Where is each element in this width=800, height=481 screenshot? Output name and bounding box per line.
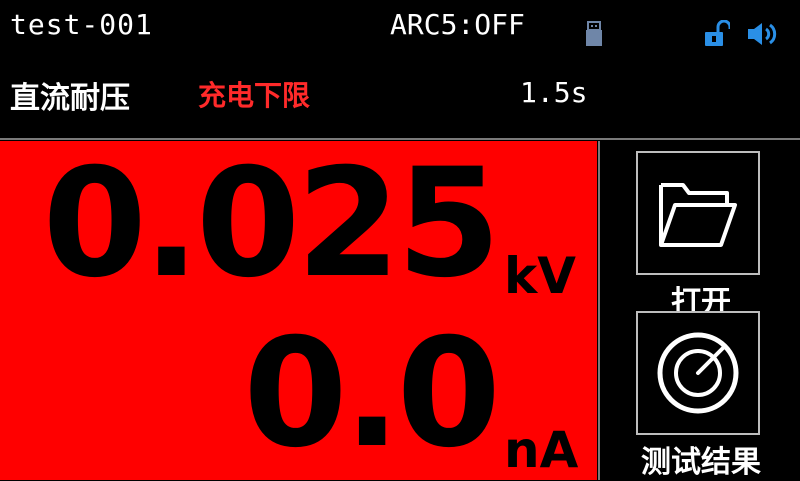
usb-icon [586,21,602,46]
test-mode: 直流耐压 [10,81,130,116]
test-name: test-001 [10,8,153,41]
open-button[interactable] [636,151,760,275]
arc-status: ARC5:OFF [390,8,525,41]
side-panel: 打开 测试结果 [598,141,800,480]
test-stage: 充电下限 [198,79,311,112]
speaker-icon[interactable] [746,20,780,48]
measurement-readout: 0.025 kV 0.0 nA [0,141,597,480]
voltage-unit: kV [504,247,576,305]
current-value: 0.0 [243,307,501,481]
unlock-icon[interactable] [704,20,730,48]
elapsed-time: 1.5s [520,76,588,109]
status-header: test-001 ARC5:OFF 直流耐压 充电下限 1.5s [0,0,800,138]
test-result-label[interactable]: 测试结果 [600,437,800,481]
test-result-button[interactable] [636,311,760,435]
gauge-icon [657,332,739,414]
folder-icon [659,183,737,247]
current-unit: nA [504,421,579,479]
voltage-value: 0.025 [42,137,501,311]
